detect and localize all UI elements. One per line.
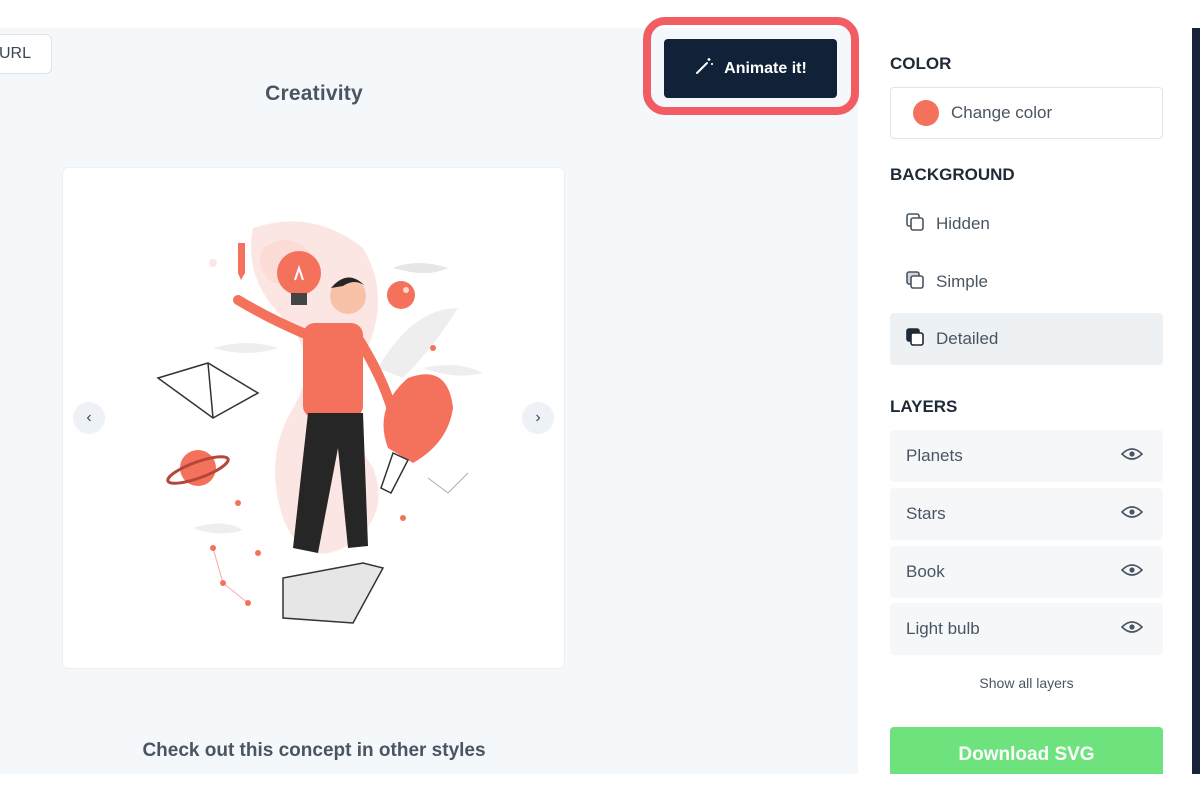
background-option-label: Hidden [936,214,990,233]
background-option-hidden[interactable]: Hidden [890,198,1163,250]
animate-label: Animate it! [724,59,807,77]
layer-label: Book [906,562,945,581]
background-option-detailed[interactable]: Detailed [890,313,1163,365]
color-swatch [913,100,939,126]
show-all-layers-link[interactable]: Show all layers [890,675,1163,691]
change-color-button[interactable]: Change color [890,87,1163,139]
copy-outline-icon [904,211,926,238]
illustration-card [62,167,565,669]
other-styles-heading: Check out this concept in other styles [142,740,486,761]
customization-panel: COLOR Change color BACKGROUND Hidden Sim… [890,0,1163,800]
layer-row-light-bulb[interactable]: Light bulb [890,603,1163,655]
background-option-simple[interactable]: Simple [890,256,1163,308]
eye-icon[interactable] [1120,446,1144,466]
right-edge-background [1192,28,1200,774]
copy-hatched-icon [904,269,926,296]
layer-label: Stars [906,504,946,523]
layer-row-book[interactable]: Book [890,546,1163,598]
background-section-title: BACKGROUND [890,165,1015,184]
change-color-label: Change color [951,103,1053,122]
layer-row-planets[interactable]: Planets [890,430,1163,482]
download-label: Download SVG [958,744,1095,765]
eye-icon[interactable] [1120,504,1144,524]
previous-arrow-button[interactable]: ‹ [73,402,105,434]
layers-section-title: LAYERS [890,397,958,416]
chevron-right-icon: › [535,409,541,426]
eye-icon[interactable] [1120,562,1144,582]
eye-icon[interactable] [1120,619,1144,639]
copy-url-button[interactable]: URL [0,34,52,74]
chevron-left-icon: ‹ [86,409,92,426]
background-option-label: Detailed [936,329,999,348]
next-arrow-button[interactable]: › [522,402,554,434]
background-option-label: Simple [936,272,988,291]
url-label: URL [0,45,31,62]
layer-row-stars[interactable]: Stars [890,488,1163,540]
layer-label: Light bulb [906,619,980,638]
page-title: Creativity [265,82,363,105]
layer-label: Planets [906,446,963,465]
copy-filled-icon [904,326,926,353]
bottom-strip [0,774,1200,800]
magic-wand-icon [694,56,714,81]
creativity-illustration [156,221,483,624]
color-section-title: COLOR [890,54,952,73]
animate-button[interactable]: Animate it! [664,39,837,98]
